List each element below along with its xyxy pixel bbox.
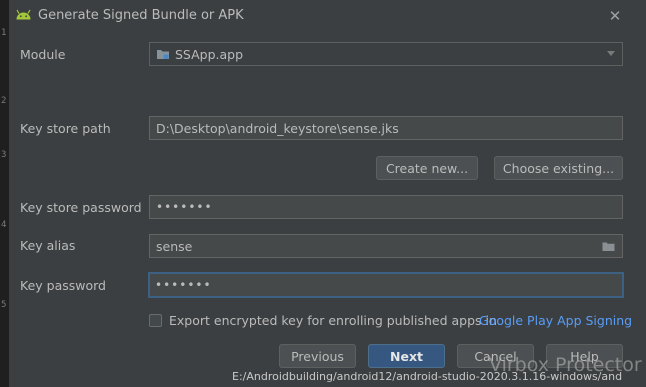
- key-store-password-field[interactable]: •••••••: [149, 195, 623, 219]
- gutter-mark: 2: [1, 96, 7, 106]
- module-value: SSApp.app: [175, 46, 244, 62]
- title-bar: Generate Signed Bundle or APK ✕: [9, 0, 646, 32]
- module-select[interactable]: SSApp.app: [149, 42, 623, 66]
- key-alias-value: sense: [156, 238, 193, 254]
- gutter-mark: 1: [1, 28, 7, 38]
- key-store-password-label: Key store password: [20, 200, 142, 215]
- android-icon: [16, 9, 31, 20]
- module-label: Module: [20, 47, 66, 62]
- gutter-mark: 5: [1, 300, 7, 310]
- choose-existing-label: Choose existing...: [502, 160, 615, 176]
- create-new-label: Create new...: [385, 160, 469, 176]
- export-key-checkbox[interactable]: [149, 314, 162, 327]
- key-password-value: •••••••: [155, 278, 212, 292]
- chevron-down-icon: [607, 51, 615, 56]
- key-password-label: Key password: [20, 278, 106, 293]
- next-button[interactable]: Next: [368, 344, 445, 368]
- key-store-path-field[interactable]: D:\Desktop\android_keystore\sense.jks: [149, 116, 623, 140]
- previous-label: Previous: [291, 348, 344, 364]
- watermark-path: E:/Androidbuilding/android12/android-stu…: [232, 370, 623, 383]
- next-label: Next: [390, 348, 423, 364]
- gutter-mark: 4: [1, 220, 7, 230]
- dialog-title: Generate Signed Bundle or APK: [38, 8, 244, 23]
- folder-icon[interactable]: [602, 241, 615, 252]
- key-store-password-value: •••••••: [156, 200, 213, 214]
- generate-signed-dialog: Generate Signed Bundle or APK ✕ Module S…: [9, 0, 646, 387]
- key-alias-field[interactable]: sense: [149, 234, 623, 258]
- close-icon[interactable]: ✕: [606, 7, 624, 25]
- key-password-field[interactable]: •••••••: [148, 272, 624, 298]
- key-store-path-value: D:\Desktop\android_keystore\sense.jks: [156, 120, 399, 136]
- google-play-app-signing-link[interactable]: Google Play App Signing: [479, 313, 632, 328]
- key-alias-label: Key alias: [20, 238, 76, 253]
- key-store-path-label: Key store path: [20, 121, 111, 136]
- export-key-label: Export encrypted key for enrolling publi…: [169, 313, 497, 328]
- previous-button[interactable]: Previous: [279, 344, 356, 368]
- gutter-mark: 3: [1, 150, 7, 160]
- folder-icon: [157, 50, 169, 59]
- create-new-button[interactable]: Create new...: [376, 156, 478, 180]
- choose-existing-button[interactable]: Choose existing...: [494, 156, 623, 180]
- editor-gutter: 1 2 3 4 5: [0, 0, 9, 387]
